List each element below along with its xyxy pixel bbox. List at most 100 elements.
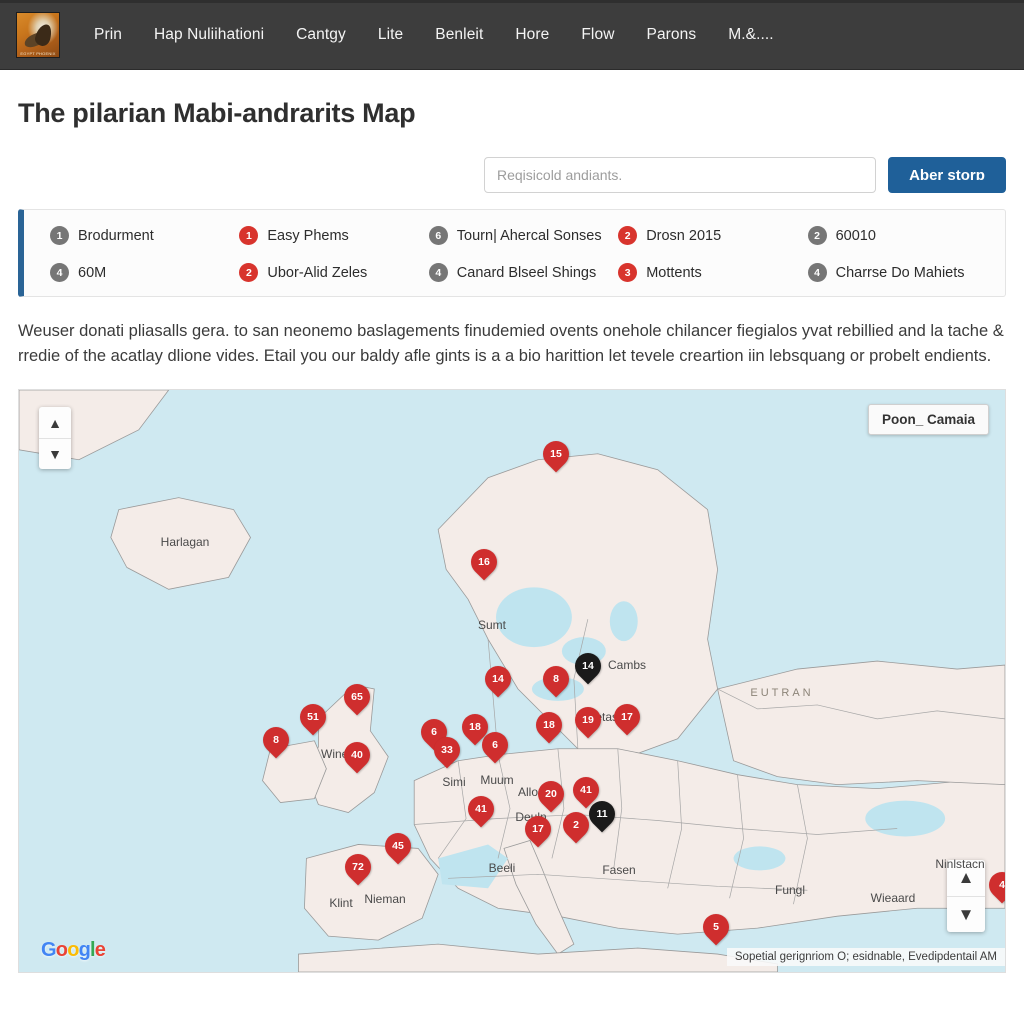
- legend-item[interactable]: 1 Easy Phems: [239, 226, 422, 245]
- map-marker-pin[interactable]: 14: [569, 647, 607, 687]
- map-container[interactable]: ▲ ▼ ▲ ▼ Poon_ Camaia Google Sopetial ger…: [18, 389, 1006, 973]
- map-marker-pin[interactable]: 41: [462, 790, 500, 830]
- legend-panel: 1 Brodurment 1 Easy Phems 6 Tourn| Ahercal So…: [18, 209, 1006, 297]
- legend-item[interactable]: 3 Mottents: [618, 263, 801, 282]
- legend-item[interactable]: 1 Brodurment: [50, 226, 233, 245]
- map-marker-pin[interactable]: 6: [476, 726, 514, 766]
- nav-link-2[interactable]: Hap Nuliihationi: [138, 18, 280, 52]
- map-marker-pin[interactable]: 2: [557, 806, 595, 846]
- nav-link-3[interactable]: Cantgy: [280, 18, 362, 52]
- map-marker-pin[interactable]: 33: [428, 731, 466, 771]
- map-marker-pin[interactable]: 51: [294, 698, 332, 738]
- search-input[interactable]: [484, 157, 876, 193]
- legend-badge-red: 2: [239, 263, 259, 282]
- map-marker-pin[interactable]: 14: [479, 660, 517, 700]
- legend-badge-red: 2: [618, 226, 638, 245]
- legend-item-label: Drosn 2015: [646, 227, 722, 244]
- top-navigation-bar: EGYPT PHOENIX Prin Hap Nuliihationi Cant…: [0, 0, 1024, 70]
- map-view-toggle-button[interactable]: Poon_ Camaia: [867, 404, 989, 435]
- map-marker-pin[interactable]: 17: [519, 810, 557, 850]
- legend-item[interactable]: 4 60M: [50, 263, 233, 282]
- legend-item[interactable]: 4 Charrse Do Mahiets: [807, 263, 991, 282]
- map-marker-pin[interactable]: 72: [339, 848, 377, 888]
- map-zoom-controls-bottom-right[interactable]: ▲ ▼: [947, 860, 985, 932]
- map-marker-pin[interactable]: 8: [537, 660, 575, 700]
- map-marker-count: 14: [492, 673, 504, 685]
- logo-caption: EGYPT PHOENIX: [20, 50, 56, 56]
- map-marker-count: 65: [351, 691, 363, 703]
- legend-badge-gray: 4: [50, 263, 69, 282]
- map-marker-count: 4: [999, 879, 1005, 891]
- nav-link-4[interactable]: Lite: [362, 18, 419, 52]
- map-marker-count: 6: [492, 739, 498, 751]
- legend-badge-red: 1: [239, 226, 259, 245]
- map-zoom-out-icon[interactable]: ▼: [947, 896, 985, 932]
- legend-item[interactable]: 2 Ubor-Alid Zeles: [239, 263, 422, 282]
- search-row: Aber storɒ: [18, 157, 1006, 193]
- map-marker-count: 45: [392, 840, 404, 852]
- map-pan-controls-top-left[interactable]: ▲ ▼: [39, 407, 71, 469]
- map-marker-count: 19: [582, 714, 594, 726]
- nav-link-7[interactable]: Flow: [565, 18, 630, 52]
- map-marker-count: 41: [475, 803, 487, 815]
- legend-item-label: Brodurment: [78, 227, 154, 244]
- legend-item[interactable]: 6 Tourn| Ahercal Sonses: [428, 226, 612, 245]
- map-pan-down-icon[interactable]: ▼: [39, 438, 71, 469]
- nav-link-more[interactable]: M.&....: [712, 18, 789, 52]
- brand-logo[interactable]: EGYPT PHOENIX: [16, 11, 60, 58]
- map-zoom-in-icon[interactable]: ▲: [947, 860, 985, 896]
- legend-item-label: 60010: [835, 227, 876, 244]
- map-marker-pin[interactable]: 40: [338, 736, 376, 776]
- map-marker-pin[interactable]: 4: [983, 866, 1005, 906]
- google-logo: Google: [41, 939, 106, 962]
- map-marker-pin[interactable]: 8: [257, 721, 295, 761]
- legend-badge-gray: 2: [807, 226, 827, 245]
- legend-item-label: Mottents: [646, 264, 702, 281]
- map-marker-pin[interactable]: 5: [697, 908, 735, 948]
- map-marker-count: 11: [596, 808, 608, 820]
- map-canvas: [19, 390, 1005, 972]
- map-marker-count: 8: [273, 734, 279, 746]
- map-marker-count: 40: [351, 749, 363, 761]
- map-marker-pin[interactable]: 20: [532, 775, 570, 815]
- google-logo-o2: o: [67, 939, 79, 961]
- map-marker-pin[interactable]: 65: [338, 678, 376, 718]
- google-logo-g2: g: [78, 939, 91, 961]
- legend-badge-gray: 4: [428, 263, 448, 282]
- google-logo-o1: o: [55, 939, 68, 961]
- page-content: The pilarian Mabi-andrarits Map Aber sto…: [0, 98, 1024, 973]
- legend-grid: 1 Brodurment 1 Easy Phems 6 Tourn| Ahercal So…: [50, 226, 991, 282]
- nav-link-5[interactable]: Benleit: [419, 18, 499, 52]
- legend-item[interactable]: 2 60010: [807, 226, 991, 245]
- map-pan-up-icon[interactable]: ▲: [39, 407, 71, 438]
- map-marker-pin[interactable]: 16: [465, 543, 503, 583]
- search-submit-button[interactable]: Aber storɒ: [888, 157, 1006, 193]
- legend-badge-red: 3: [618, 263, 638, 282]
- legend-badge-gray: 1: [50, 226, 69, 245]
- map-marker-count: 17: [532, 823, 544, 835]
- nav-link-8[interactable]: Parons: [631, 18, 713, 52]
- legend-item-label: Tourn| Ahercal Sonses: [456, 227, 602, 244]
- map-marker-count: 41: [580, 784, 592, 796]
- map-marker-pin[interactable]: 17: [608, 698, 646, 738]
- map-marker-pin[interactable]: 18: [530, 706, 568, 746]
- legend-badge-gray: 4: [807, 263, 827, 282]
- map-marker-count: 16: [478, 556, 490, 568]
- map-marker-count: 15: [550, 448, 562, 460]
- google-logo-g1: G: [41, 939, 57, 961]
- map-marker-pin[interactable]: 19: [569, 701, 607, 741]
- nav-link-6[interactable]: Hore: [499, 18, 565, 52]
- intro-paragraph: Weuser donati pliasalls gera. to san neo…: [18, 322, 1004, 365]
- legend-badge-gray: 6: [428, 226, 448, 245]
- nav-link-1[interactable]: Prin: [78, 18, 138, 52]
- legend-item-label: Ubor-Alid Zeles: [267, 264, 368, 281]
- map-marker-count: 14: [582, 660, 594, 672]
- map-marker-pin[interactable]: 11: [583, 795, 621, 835]
- map-marker-pin[interactable]: 15: [537, 435, 575, 475]
- map-marker-pin[interactable]: 45: [379, 827, 417, 867]
- legend-item[interactable]: 2 Drosn 2015: [618, 226, 801, 245]
- legend-item-label: Easy Phems: [267, 227, 349, 244]
- map-marker-count: 72: [352, 861, 364, 873]
- legend-item[interactable]: 4 Canard Blseel Shings: [428, 263, 612, 282]
- legend-item-label: Canard Blseel Shings: [456, 264, 597, 281]
